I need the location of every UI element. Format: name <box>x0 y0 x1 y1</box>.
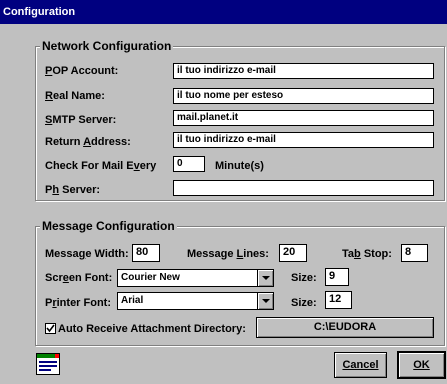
chevron-down-icon[interactable] <box>257 270 273 286</box>
printer-font-size-field[interactable]: 12 <box>325 291 352 309</box>
message-width-label: Message Width: <box>45 248 129 260</box>
document-settings-icon <box>36 353 60 375</box>
checkmark-icon <box>46 324 55 333</box>
tab-stop-label: Tab Stop: <box>342 248 392 260</box>
network-configuration-title: Network Configuration <box>40 38 174 54</box>
screen-font-size-field[interactable]: 9 <box>325 268 349 286</box>
check-mail-field[interactable]: 0 <box>173 156 205 172</box>
smtp-server-field[interactable]: mail.planet.it <box>173 110 434 126</box>
ok-button-label: OK <box>413 359 430 371</box>
tab-stop-field[interactable]: 8 <box>401 244 428 262</box>
message-configuration-title: Message Configuration <box>40 218 177 234</box>
window-title: Configuration <box>3 6 76 18</box>
screen-font-size-label: Size: <box>291 272 317 284</box>
message-lines-field[interactable]: 20 <box>279 244 307 262</box>
printer-font-size-label: Size: <box>291 297 317 309</box>
screen-font-label: Screen Font: <box>45 272 113 284</box>
ph-server-label: Ph Server: <box>45 184 101 196</box>
check-mail-label: Check For Mail Every <box>45 160 157 172</box>
printer-font-dropdown[interactable]: Arial <box>117 292 274 310</box>
chevron-down-icon[interactable] <box>257 293 273 309</box>
message-lines-label: Message Lines: <box>187 248 269 260</box>
pop-account-field[interactable]: il tuo indirizzo e-mail <box>173 63 434 79</box>
real-name-label: Real Name: <box>45 90 105 102</box>
ok-button[interactable]: OK <box>398 352 445 378</box>
smtp-server-label: SMTP Server: <box>45 114 117 126</box>
screen-font-dropdown[interactable]: Courier New <box>117 269 274 287</box>
ph-server-field[interactable] <box>173 180 434 196</box>
real-name-field[interactable]: il tuo nome per esteso <box>173 88 434 104</box>
auto-receive-checkbox[interactable] <box>45 323 56 334</box>
printer-font-value: Arial <box>121 295 144 306</box>
screen-font-value: Courier New <box>121 272 180 283</box>
message-width-field[interactable]: 80 <box>132 244 160 262</box>
printer-font-label: Printer Font: <box>45 297 112 309</box>
return-address-field[interactable]: il tuo indirizzo e-mail <box>173 132 434 148</box>
auto-receive-label: Auto Receive Attachment Directory: <box>58 323 246 335</box>
cancel-button[interactable]: Cancel <box>334 352 387 378</box>
check-mail-unit: Minute(s) <box>215 160 264 172</box>
return-address-label: Return Address: <box>45 136 131 148</box>
cancel-button-label: Cancel <box>342 359 379 371</box>
window-titlebar: Configuration <box>0 0 447 24</box>
attachment-directory-button[interactable]: C:\EUDORA <box>256 317 434 338</box>
pop-account-label: POP Account: <box>45 65 119 77</box>
